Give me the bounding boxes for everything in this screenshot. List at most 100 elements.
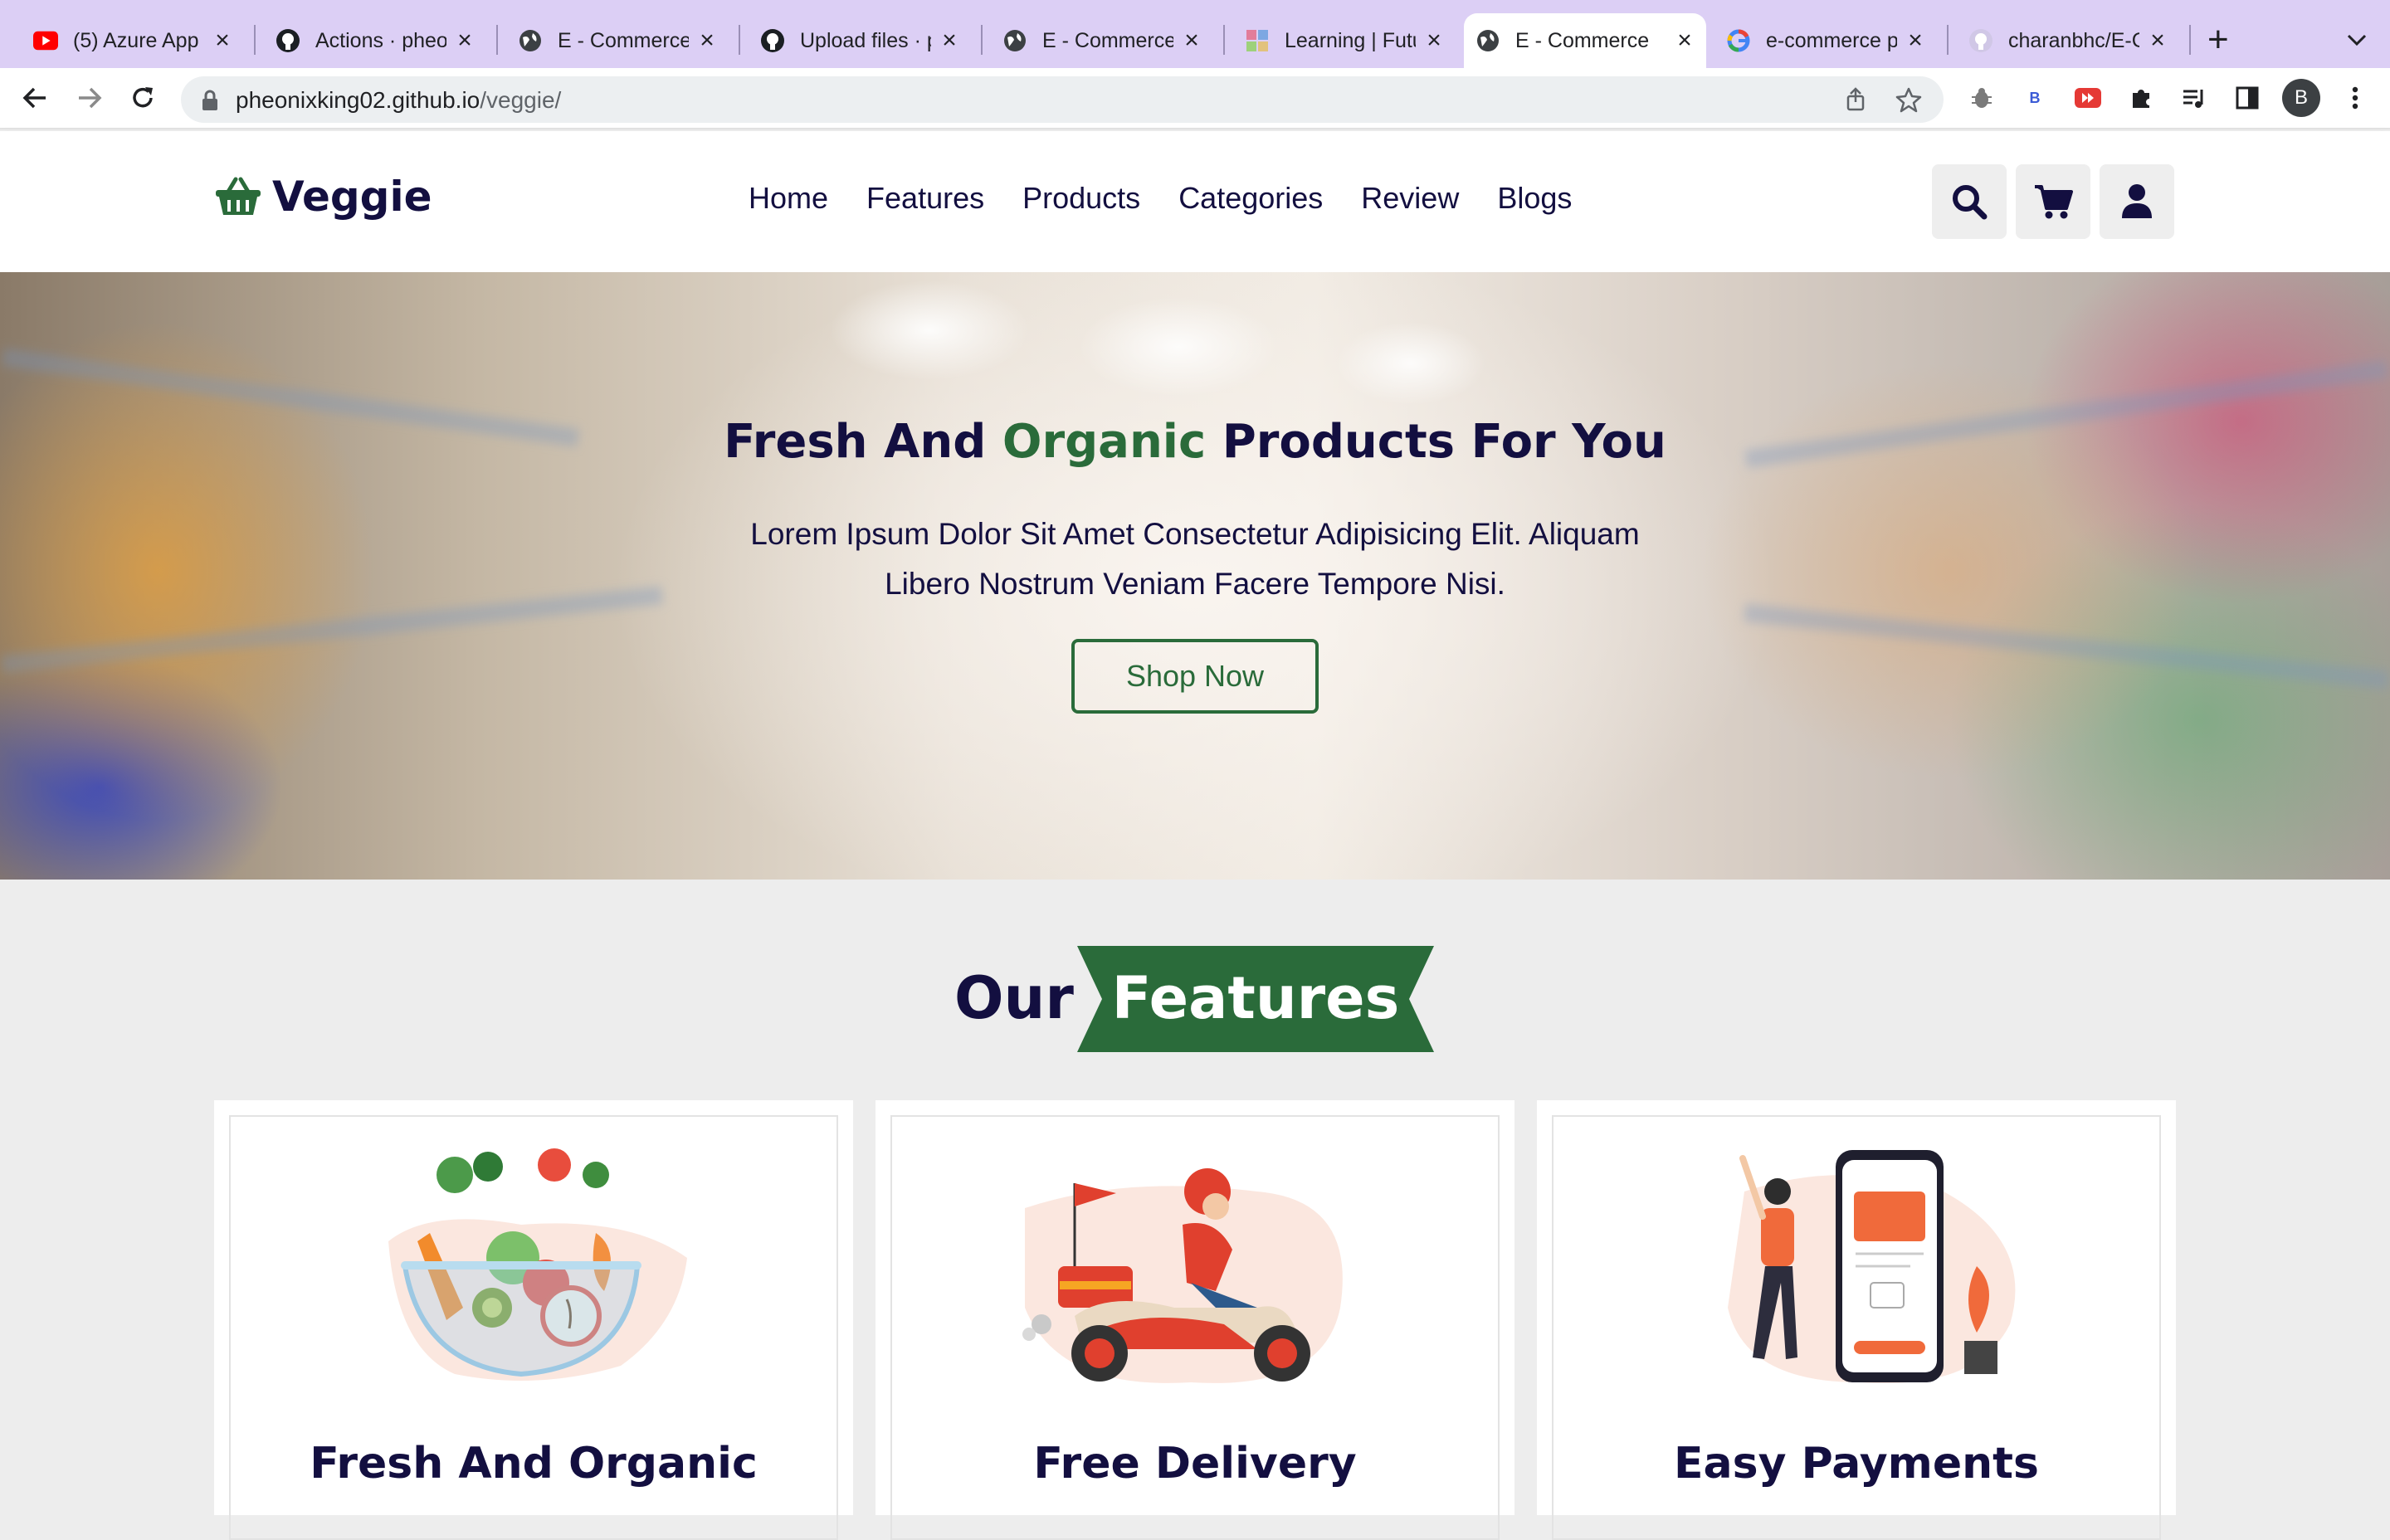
github-icon (760, 28, 785, 53)
close-icon[interactable]: × (1424, 28, 1444, 53)
github-icon (1968, 28, 1993, 53)
cart-button[interactable] (2016, 164, 2090, 239)
google-icon (1726, 28, 1751, 53)
tab-divider (496, 25, 498, 55)
back-button[interactable] (17, 80, 53, 116)
card-title: Easy Payments (1674, 1439, 2039, 1489)
heading-plain: Our (954, 964, 1074, 1032)
chevron-down-icon (2347, 34, 2367, 46)
tab-charanbhc[interactable]: charanbhc/E-C × (1957, 13, 2179, 68)
feature-card-fresh: Fresh And Organic (214, 1100, 853, 1540)
site-logo[interactable]: Veggie (214, 173, 432, 221)
hero-title-accent: Organic (1002, 415, 1207, 469)
globe-icon (518, 28, 543, 53)
mobile-payment-illustration (1728, 1150, 2016, 1384)
tab-learning[interactable]: Learning | Futu × (1233, 13, 1456, 68)
new-tab-button[interactable]: + (2207, 22, 2229, 58)
media-playlist-icon[interactable] (2178, 81, 2211, 115)
reload-button[interactable] (124, 80, 161, 116)
user-button[interactable] (2100, 164, 2174, 239)
youtube-extension-icon[interactable] (2071, 81, 2105, 115)
card-title: Free Delivery (1033, 1439, 1357, 1489)
close-icon[interactable]: × (455, 28, 475, 53)
close-icon[interactable]: × (2148, 28, 2168, 53)
browser-toolbar: pheonixking02.github.io/veggie/ B B (0, 68, 2390, 129)
tab-title: charanbhc/E-C (2008, 28, 2139, 52)
forward-button[interactable] (71, 80, 108, 116)
tab-title: Upload files · p (800, 28, 931, 52)
tab-e-commerce-2[interactable]: E - Commerce × (991, 13, 1213, 68)
nav-review[interactable]: Review (1361, 181, 1459, 216)
more-vertical-icon (2352, 86, 2358, 110)
tab-upload-files[interactable]: Upload files · p × (749, 13, 971, 68)
learning-icon (1245, 28, 1270, 53)
tab-divider (254, 25, 256, 55)
tab-divider (981, 25, 983, 55)
b-extension-icon[interactable]: B (2018, 81, 2051, 115)
arrow-left-icon (22, 87, 46, 109)
main-nav: Home Features Products Categories Review… (749, 181, 1610, 216)
close-icon[interactable]: × (1905, 28, 1925, 53)
tab-divider (1223, 25, 1225, 55)
tab-divider (739, 25, 740, 55)
feature-card-payments: Easy Payments (1537, 1100, 2176, 1540)
tab-title: E - Commerce (1515, 28, 1650, 52)
tab-title: Learning | Futu (1285, 28, 1416, 52)
tab-divider (1947, 25, 1949, 55)
close-icon[interactable]: × (1182, 28, 1202, 53)
tab-title: e-commerce p (1766, 28, 1897, 52)
hero-background-shelf (1743, 603, 2390, 690)
vegetable-bowl-illustration (388, 1148, 687, 1381)
close-icon[interactable]: × (1675, 28, 1695, 53)
bookmark-star-icon[interactable] (1895, 86, 1922, 113)
tab-title: E - Commerce (1042, 28, 1173, 52)
url-path: /veggie/ (480, 87, 562, 113)
nav-products[interactable]: Products (1022, 181, 1140, 216)
card-title: Fresh And Organic (310, 1439, 758, 1489)
globe-icon (1002, 28, 1027, 53)
bug-extension-icon[interactable] (1965, 81, 1998, 115)
nav-blogs[interactable]: Blogs (1497, 181, 1572, 216)
browser-tab-bar: (5) Azure App × Actions · pheo × E - Com… (0, 0, 2390, 68)
site-header: Veggie Home Features Products Categories… (0, 131, 2390, 272)
reload-icon (133, 87, 153, 108)
arrow-right-icon (79, 87, 102, 109)
share-icon[interactable] (1842, 86, 1869, 113)
tab-actions[interactable]: Actions · pheo × (264, 13, 486, 68)
nav-home[interactable]: Home (749, 181, 828, 216)
profile-initial: B (2294, 86, 2308, 109)
tab-title: Actions · pheo (315, 28, 446, 52)
github-icon (276, 28, 300, 53)
hero-description: Lorem Ipsum Dolor Sit Amet Consectetur A… (750, 517, 1640, 601)
tab-search-button[interactable] (2342, 25, 2372, 55)
tab-google-search[interactable]: e-commerce p × (1714, 13, 1937, 68)
tab-azure-app[interactable]: (5) Azure App × (22, 13, 244, 68)
url-text: pheonixking02.github.io/veggie/ (236, 87, 561, 114)
cart-icon (2035, 185, 2073, 219)
basket-icon (216, 177, 261, 215)
search-icon (1953, 185, 1988, 220)
side-panel-icon[interactable] (2231, 81, 2264, 115)
close-icon[interactable]: × (939, 28, 959, 53)
shop-now-button[interactable]: Shop Now (1071, 639, 1319, 714)
close-icon[interactable]: × (697, 28, 717, 53)
browser-menu-button[interactable] (2339, 81, 2372, 115)
globe-icon (1475, 28, 1500, 53)
search-button[interactable] (1932, 164, 2007, 239)
close-icon[interactable]: × (212, 28, 232, 53)
tab-title: E - Commerce (558, 28, 689, 52)
hero-background-shelf (1, 586, 663, 674)
nav-features[interactable]: Features (866, 181, 984, 216)
nav-categories[interactable]: Categories (1178, 181, 1323, 216)
youtube-icon (33, 28, 58, 53)
tab-divider (2189, 25, 2191, 55)
tab-e-commerce-1[interactable]: E - Commerce × (506, 13, 729, 68)
tab-title: (5) Azure App (73, 28, 199, 52)
puzzle-extensions-icon[interactable] (2124, 81, 2158, 115)
lock-icon (202, 90, 217, 110)
address-bar[interactable]: pheonixking02.github.io/veggie/ (181, 76, 1944, 123)
extension-badge: B (2029, 89, 2041, 106)
url-host: pheonixking02.github.io (236, 87, 480, 113)
profile-avatar[interactable]: B (2282, 79, 2320, 117)
tab-e-commerce-active[interactable]: E - Commerce × (1464, 13, 1706, 68)
